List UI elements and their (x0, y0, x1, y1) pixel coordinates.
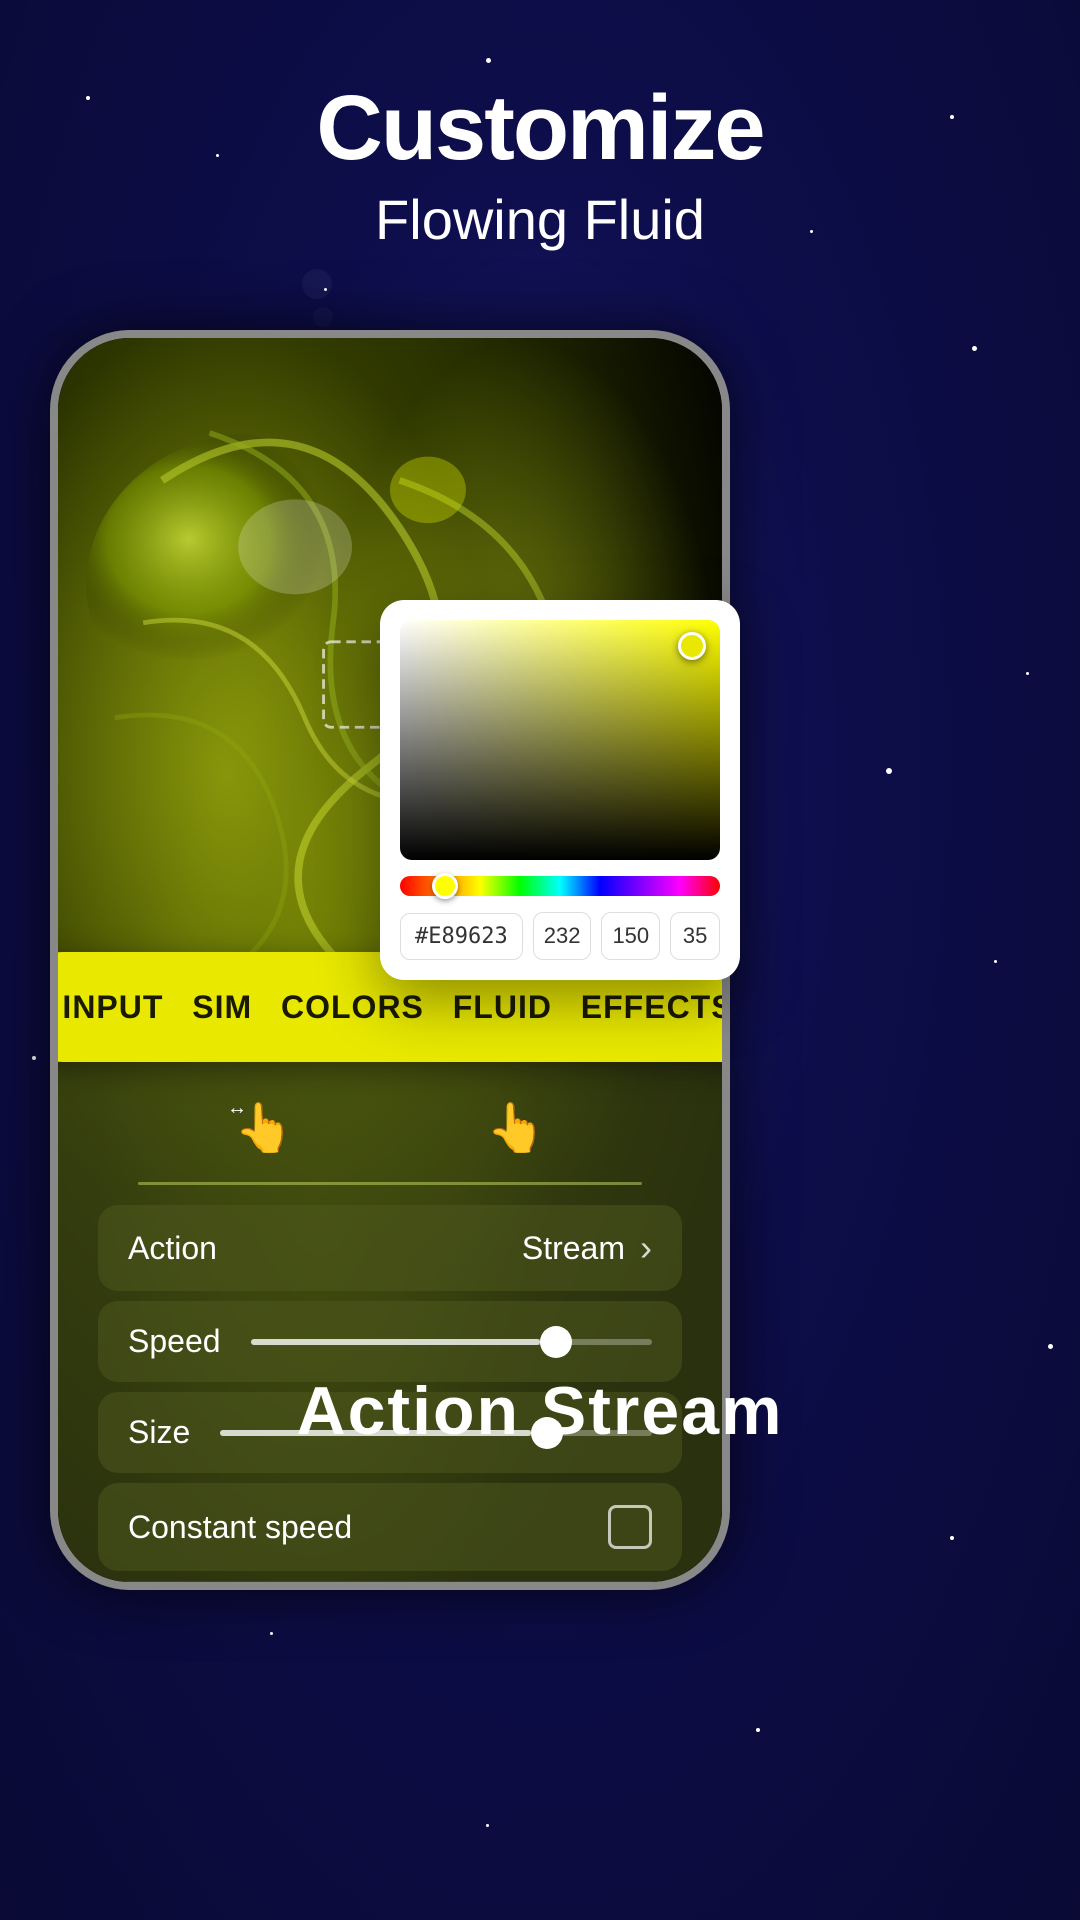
gesture-tap-icon: 👆 (481, 1092, 551, 1162)
speed-row[interactable]: Speed (98, 1301, 682, 1382)
constant-speed-label: Constant speed (128, 1509, 352, 1546)
tab-sim[interactable]: SIM (192, 989, 252, 1026)
color-values-row: #E89623 232 150 35 (400, 912, 720, 960)
rainbow-slider[interactable] (400, 876, 720, 896)
speed-label: Speed (128, 1323, 221, 1360)
page-title: Customize (0, 80, 1080, 177)
chevron-right-icon[interactable]: › (640, 1227, 652, 1269)
r-value[interactable]: 232 (533, 912, 592, 960)
action-right: Stream › (522, 1227, 652, 1269)
speed-slider[interactable] (251, 1339, 652, 1345)
auto-sources-row[interactable]: Auto sources (98, 1581, 682, 1582)
gesture-drag-icon: 👆 ↔ (229, 1092, 299, 1162)
svg-text:↔: ↔ (229, 1097, 247, 1119)
action-label: Action (128, 1230, 217, 1267)
bubble-decoration (302, 269, 332, 299)
header: Customize Flowing Fluid (0, 0, 1080, 252)
controls-area: 👆 ↔ 👆 Action Strea (58, 1052, 722, 1582)
tab-fluid[interactable]: FLUID (453, 989, 552, 1026)
color-gradient-box[interactable] (400, 620, 720, 860)
tab-effects[interactable]: EFFECTS (581, 989, 722, 1026)
constant-speed-row[interactable]: Constant speed (98, 1483, 682, 1571)
action-stream-section: Action Stream (90, 1372, 990, 1450)
svg-text:👆: 👆 (486, 1100, 546, 1155)
gesture-row: 👆 ↔ 👆 (78, 1072, 702, 1182)
tab-colors[interactable]: COLORS (281, 989, 424, 1026)
b-value[interactable]: 35 (670, 912, 720, 960)
tab-input[interactable]: INPUT (62, 989, 163, 1026)
color-picker-panel: #E89623 232 150 35 (380, 600, 740, 980)
rainbow-thumb[interactable] (432, 873, 458, 899)
constant-speed-checkbox[interactable] (608, 1505, 652, 1549)
action-row[interactable]: Action Stream › (98, 1205, 682, 1291)
hex-value[interactable]: #E89623 (400, 913, 523, 960)
action-value: Stream (522, 1230, 625, 1267)
speed-thumb[interactable] (540, 1326, 572, 1358)
speed-fill (251, 1339, 540, 1345)
g-value[interactable]: 150 (601, 912, 660, 960)
section-divider (138, 1182, 642, 1185)
color-picker-thumb[interactable] (678, 632, 706, 660)
page-subtitle: Flowing Fluid (0, 187, 1080, 252)
action-stream-label: Action Stream (90, 1372, 990, 1450)
speed-track (251, 1339, 652, 1345)
bubble-decoration (313, 307, 333, 327)
